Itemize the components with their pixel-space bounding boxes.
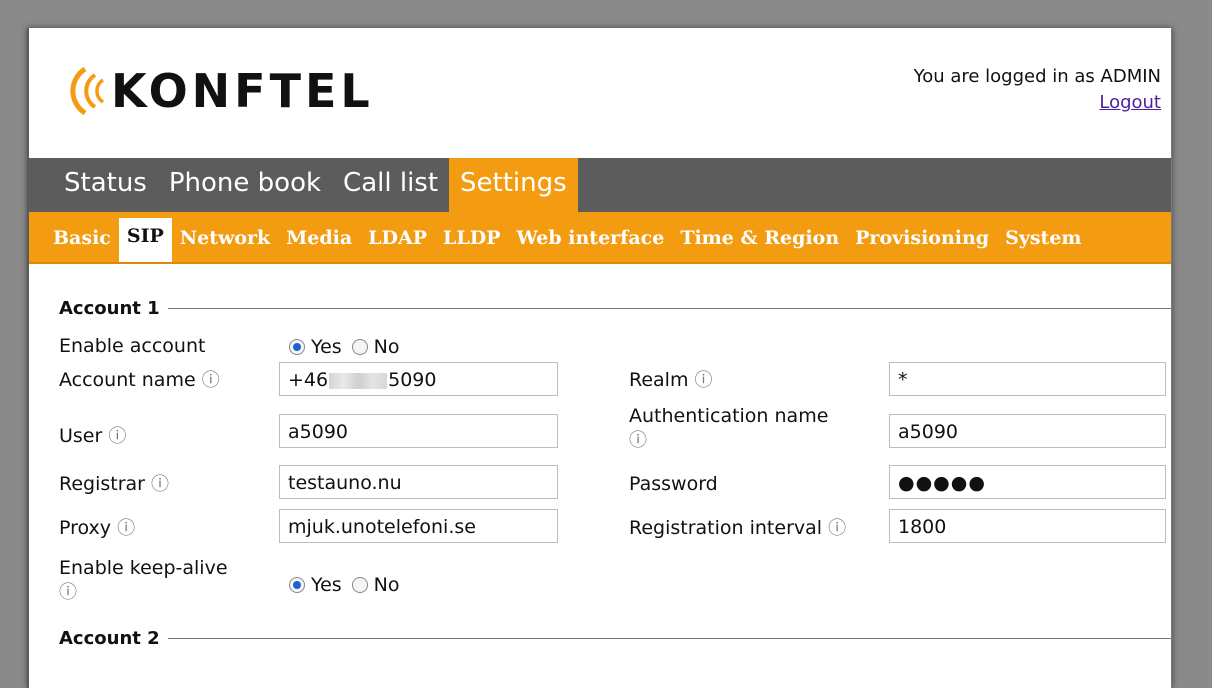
info-icon[interactable]: ⓘ	[629, 430, 647, 451]
registrar-input[interactable]: testauno.nu	[279, 465, 558, 499]
account-name-suffix: 5090	[388, 369, 437, 391]
info-icon[interactable]: ⓘ	[202, 370, 220, 391]
konftel-logo: KONFTEL	[63, 64, 374, 118]
password-label: Password	[629, 472, 718, 496]
reg-interval-input[interactable]: 1800	[889, 509, 1166, 543]
user-input[interactable]: a5090	[279, 414, 558, 448]
enable-account-no-radio[interactable]	[351, 339, 368, 355]
registrar-text: Registrar	[59, 473, 145, 495]
keep-alive-no-radio[interactable]	[351, 577, 368, 593]
keep-alive-label: Enable keep-alive ⓘ	[59, 556, 259, 605]
subtab-lldp[interactable]: LLDP	[435, 220, 508, 262]
proxy-text: Proxy	[59, 517, 112, 539]
password-input[interactable]: ●●●●●	[889, 465, 1166, 499]
account-name-input[interactable]: +46 5090	[279, 362, 558, 396]
user-label: User ⓘ	[59, 424, 126, 449]
info-icon[interactable]: ⓘ	[59, 582, 77, 603]
main-nav: Status Phone book Call list Settings	[29, 158, 1171, 212]
radio-label-yes: Yes	[311, 336, 342, 358]
info-icon[interactable]: ⓘ	[828, 518, 846, 539]
keep-alive-radio-group: Yes No	[289, 574, 410, 596]
subtab-system[interactable]: System	[997, 220, 1089, 262]
proxy-input[interactable]: mjuk.unotelefoni.se	[279, 509, 558, 543]
enable-account-radio-group: Yes No	[289, 336, 410, 358]
redacted-digits	[329, 372, 388, 389]
browser-page: KONFTEL You are logged in as ADMIN Logou…	[27, 28, 1172, 688]
auth-name-text: Authentication name	[629, 405, 829, 427]
auth-name-label: Authentication name ⓘ	[629, 404, 869, 453]
subtab-web-interface[interactable]: Web interface	[509, 220, 673, 262]
subtab-ldap[interactable]: LDAP	[360, 220, 435, 262]
settings-sub-nav: Basic SIP Network Media LDAP LLDP Web in…	[29, 212, 1171, 264]
registrar-label: Registrar ⓘ	[59, 472, 169, 497]
account-name-text: Account name	[59, 369, 196, 391]
enable-account-yes-radio[interactable]	[289, 339, 305, 355]
page-header: KONFTEL You are logged in as ADMIN Logou…	[29, 28, 1171, 158]
logout-link[interactable]: Logout	[914, 90, 1161, 116]
reg-interval-label: Registration interval ⓘ	[629, 516, 846, 541]
info-icon[interactable]: ⓘ	[117, 518, 135, 539]
user-text: User	[59, 425, 103, 447]
account-1-form: Enable account Yes No Account name ⓘ +46…	[59, 320, 1171, 620]
keep-alive-text: Enable keep-alive	[59, 557, 228, 579]
subtab-network[interactable]: Network	[172, 220, 278, 262]
tab-status[interactable]: Status	[53, 158, 158, 212]
account-2-header: Account 2	[59, 626, 1171, 650]
realm-label: Realm ⓘ	[629, 368, 713, 393]
logo-arcs-icon	[70, 66, 105, 116]
account-1-header: Account 1	[59, 296, 1171, 320]
section-title: Account 2	[59, 627, 160, 649]
enable-account-label: Enable account	[59, 334, 205, 358]
realm-text: Realm	[629, 369, 689, 391]
password-text: Password	[629, 473, 718, 495]
login-info: You are logged in as ADMIN Logout	[914, 64, 1161, 116]
proxy-label: Proxy ⓘ	[59, 516, 135, 541]
section-title: Account 1	[59, 297, 160, 319]
subtab-sip[interactable]: SIP	[118, 218, 172, 262]
tab-settings[interactable]: Settings	[449, 158, 578, 212]
account-name-prefix: +46	[288, 369, 329, 391]
radio-label-no: No	[373, 574, 400, 596]
info-icon[interactable]: ⓘ	[695, 370, 713, 391]
keep-alive-yes-radio[interactable]	[289, 577, 305, 593]
account-name-label: Account name ⓘ	[59, 368, 220, 393]
logo-text: KONFTEL	[111, 64, 374, 118]
subtab-media[interactable]: Media	[278, 220, 360, 262]
subtab-basic[interactable]: Basic	[45, 220, 119, 262]
subtab-time-region[interactable]: Time & Region	[672, 220, 847, 262]
logged-in-text: You are logged in as ADMIN	[913, 66, 1161, 87]
realm-input[interactable]: *	[889, 362, 1166, 396]
info-icon[interactable]: ⓘ	[108, 426, 126, 447]
info-icon[interactable]: ⓘ	[151, 474, 169, 495]
radio-label-no: No	[373, 336, 400, 358]
enable-account-text: Enable account	[59, 335, 206, 357]
section-divider	[167, 637, 1171, 639]
tab-call-list[interactable]: Call list	[332, 158, 449, 212]
reg-interval-text: Registration interval	[629, 517, 823, 539]
radio-label-yes: Yes	[311, 574, 342, 596]
sip-settings-content: Account 1 Enable account Yes No Account …	[29, 296, 1171, 650]
section-divider	[167, 307, 1171, 309]
tab-phone-book[interactable]: Phone book	[158, 158, 332, 212]
subtab-provisioning[interactable]: Provisioning	[847, 220, 997, 262]
auth-name-input[interactable]: a5090	[889, 414, 1166, 448]
